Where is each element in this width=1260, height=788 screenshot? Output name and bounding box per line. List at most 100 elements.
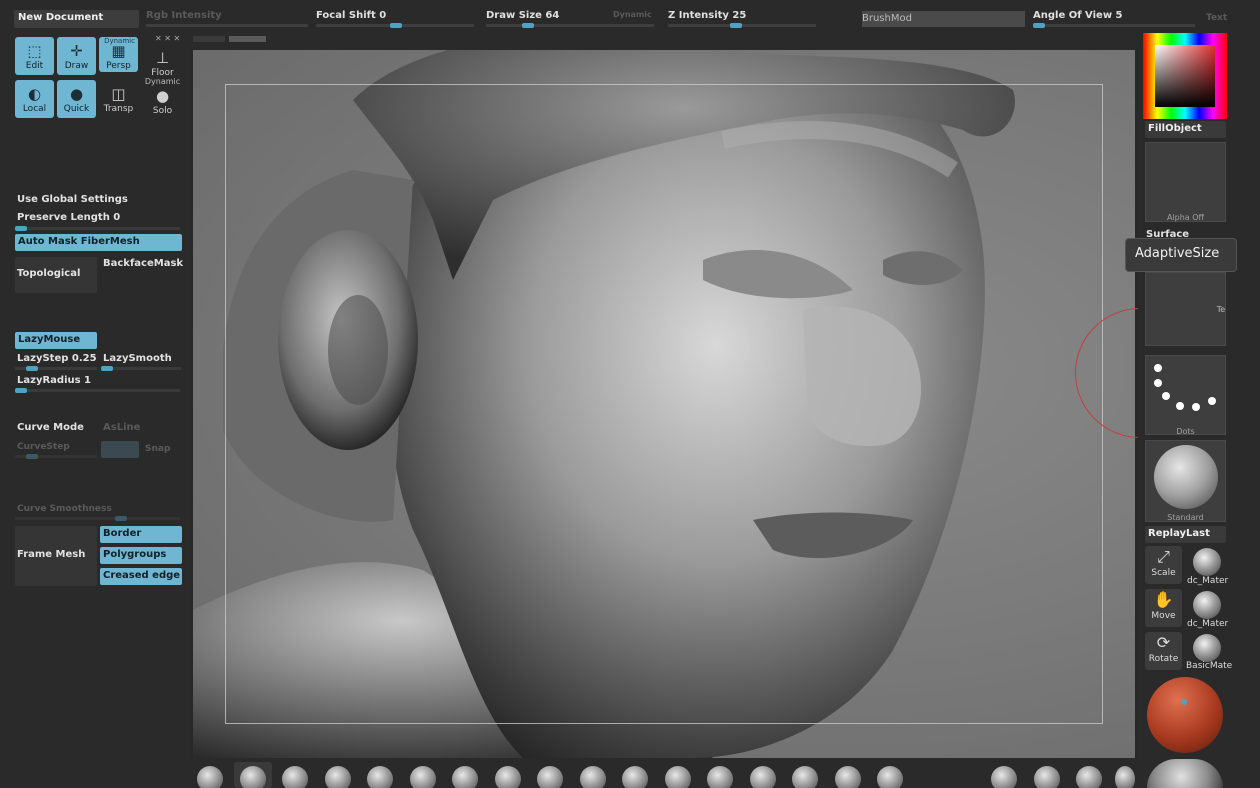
polygroups-toggle[interactable]: Polygroups: [100, 547, 182, 564]
rgb-intensity-slider-label[interactable]: Rgb Intensity: [146, 10, 222, 21]
preserve-length-slider[interactable]: [15, 226, 180, 231]
dots-caption: Dots: [1176, 427, 1195, 436]
draw-icon: ✛: [70, 42, 83, 60]
shelf-brush-11[interactable]: [622, 766, 648, 788]
material-2-thumbnail[interactable]: [1193, 591, 1221, 619]
alpha-thumbnail[interactable]: [1145, 142, 1226, 222]
lazysmooth-slider[interactable]: [101, 366, 181, 371]
draw-size-knob[interactable]: [522, 23, 534, 28]
curvestep-slider[interactable]: [15, 454, 97, 459]
shelf-brush-7[interactable]: [452, 766, 478, 788]
move-button[interactable]: ✋ Move: [1145, 589, 1182, 627]
lazymouse-toggle[interactable]: LazyMouse: [15, 332, 97, 349]
transparency-icon: ◫: [111, 85, 126, 103]
solo-button[interactable]: ● Solo: [143, 82, 182, 120]
focal-shift-label[interactable]: Focal Shift 0: [316, 10, 386, 21]
scroll-strip[interactable]: [193, 36, 225, 42]
rgb-intensity-slider[interactable]: [146, 24, 308, 27]
focal-shift-slider[interactable]: [316, 23, 474, 28]
brushmod-slider[interactable]: BrushMod: [862, 11, 1025, 27]
quick-button[interactable]: ● Quick: [57, 80, 96, 118]
color-picker[interactable]: [1143, 33, 1227, 119]
shelf-brush-6[interactable]: [410, 766, 436, 788]
material-3-thumbnail[interactable]: [1193, 634, 1221, 662]
shelf-brush-13[interactable]: [707, 766, 733, 788]
transp-button[interactable]: ◫ Transp: [99, 80, 138, 118]
shelf-brush-10[interactable]: [580, 766, 606, 788]
shelf-brush-17[interactable]: [877, 766, 903, 788]
z-intensity-knob[interactable]: [730, 23, 742, 28]
asline-toggle[interactable]: AsLine: [103, 422, 140, 433]
scale-label: Scale: [1151, 568, 1176, 578]
standard-brush-icon: [1154, 445, 1218, 509]
lazystep-label[interactable]: LazyStep 0.25: [17, 353, 97, 364]
scroll-strip-handle[interactable]: [229, 36, 266, 42]
new-document-button[interactable]: New Document: [14, 10, 139, 28]
brush-standard-thumbnail[interactable]: [1145, 440, 1226, 522]
use-global-settings-button[interactable]: Use Global Settings: [17, 194, 128, 205]
dynamic-toggle[interactable]: Dynamic: [613, 10, 652, 19]
rotate-button[interactable]: ⟳ Rotate: [1145, 632, 1182, 670]
replay-last-button[interactable]: ReplayLast: [1145, 526, 1226, 543]
preserve-length-knob[interactable]: [15, 226, 27, 231]
shelf-brush-9[interactable]: [537, 766, 563, 788]
lazyradius-label[interactable]: LazyRadius 1: [17, 375, 91, 386]
lazystep-slider[interactable]: [15, 366, 97, 371]
curve-smoothness-label[interactable]: Curve Smoothness: [17, 504, 112, 514]
fill-object-button[interactable]: FillObject: [1145, 121, 1226, 138]
shelf-brush-8[interactable]: [495, 766, 521, 788]
shelf-brush-4[interactable]: [325, 766, 351, 788]
shelf-brush-18[interactable]: [991, 766, 1017, 788]
backface-mask-toggle[interactable]: BackfaceMask: [103, 258, 183, 269]
shelf-brush-16[interactable]: [835, 766, 861, 788]
material-2-label: dc_Mater: [1187, 619, 1229, 629]
draw-size-label[interactable]: Draw Size 64: [486, 10, 559, 21]
shelf-brush-14[interactable]: [750, 766, 776, 788]
local-button[interactable]: ◐ Local: [15, 80, 54, 118]
creased-edge-toggle[interactable]: Creased edge: [100, 568, 182, 585]
draw-size-slider[interactable]: [486, 23, 654, 28]
lazyradius-knob[interactable]: [15, 388, 27, 393]
lazysmooth-label[interactable]: LazySmooth: [103, 353, 172, 364]
standard-caption: Standard: [1167, 513, 1204, 522]
snap-toggle[interactable]: Snap: [145, 444, 170, 454]
auto-mask-fibermesh-toggle[interactable]: Auto Mask FiberMesh: [15, 234, 182, 251]
focal-shift-knob[interactable]: [390, 23, 402, 28]
curvestep-value-box[interactable]: [101, 441, 139, 458]
angle-of-view-knob[interactable]: [1033, 23, 1045, 28]
angle-of-view-slider[interactable]: [1033, 23, 1195, 28]
color-picker-square[interactable]: [1155, 45, 1215, 107]
material-3-label: BasicMate: [1186, 661, 1233, 671]
curve-smoothness-knob[interactable]: [115, 516, 127, 521]
shelf-brush-1[interactable]: [197, 766, 223, 788]
angle-of-view-label[interactable]: Angle Of View 5: [1033, 10, 1123, 21]
z-intensity-slider[interactable]: [668, 23, 816, 28]
shelf-brush-5[interactable]: [367, 766, 393, 788]
lazysmooth-knob[interactable]: [101, 366, 113, 371]
edit-button[interactable]: ⬚ Edit: [15, 37, 54, 75]
shelf-brush-3[interactable]: [282, 766, 308, 788]
curve-smoothness-slider[interactable]: [15, 516, 180, 521]
shelf-brush-19[interactable]: [1034, 766, 1060, 788]
scale-button[interactable]: ⤢ Scale: [1145, 546, 1182, 584]
material-1-thumbnail[interactable]: [1193, 548, 1221, 576]
lazystep-knob[interactable]: [26, 366, 38, 371]
lazyradius-slider[interactable]: [15, 388, 180, 393]
stroke-dots-thumbnail[interactable]: [1145, 355, 1226, 435]
rotate-icon: ⟳: [1156, 633, 1171, 652]
shelf-brush-21[interactable]: [1115, 766, 1135, 788]
shelf-brush-12[interactable]: [665, 766, 691, 788]
border-toggle[interactable]: Border: [100, 526, 182, 543]
shelf-brush-15[interactable]: [792, 766, 818, 788]
floor-axes-icon[interactable]: ✕ ✕ ✕: [155, 34, 180, 43]
floor-icon: ⊥: [155, 49, 170, 67]
preserve-length-label[interactable]: Preserve Length 0: [17, 212, 120, 223]
draw-button[interactable]: ✛ Draw: [57, 37, 96, 75]
z-intensity-label[interactable]: Z Intensity 25: [668, 10, 746, 21]
shelf-brush-20[interactable]: [1076, 766, 1102, 788]
curve-mode-toggle[interactable]: Curve Mode: [17, 422, 84, 433]
main-color-swatch[interactable]: [1147, 677, 1223, 753]
curvestep-label[interactable]: CurveStep: [17, 442, 70, 452]
shelf-brush-2[interactable]: [240, 766, 266, 788]
curvestep-knob[interactable]: [26, 454, 38, 459]
